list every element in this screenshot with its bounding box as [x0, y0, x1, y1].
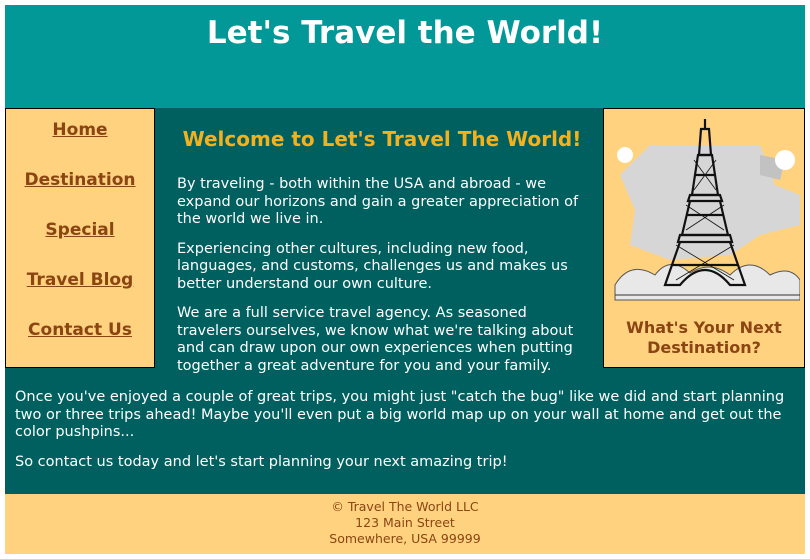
- intro-paragraph: We are a full service travel agency. As …: [177, 305, 574, 374]
- caption-line: What's Your Next: [626, 318, 782, 337]
- sidebar-nav: Home Destination Special Travel Blog Con…: [5, 108, 155, 368]
- footer-copyright: © Travel The World LLC: [331, 499, 479, 514]
- destination-caption: What's Your Next Destination?: [604, 318, 804, 358]
- body-paragraph: So contact us today and let's start plan…: [15, 453, 508, 470]
- nav-link-special[interactable]: Special: [6, 220, 154, 240]
- caption-line: Destination?: [647, 338, 761, 357]
- lower-text: Once you've enjoyed a couple of great tr…: [15, 389, 800, 483]
- welcome-heading: Welcome to Let's Travel The World!: [182, 127, 582, 151]
- intro-text: By traveling - both within the USA and a…: [177, 176, 587, 387]
- page: Let's Travel the World! Home Destination…: [0, 0, 810, 559]
- nav-link-home[interactable]: Home: [6, 120, 154, 140]
- nav-link-destination[interactable]: Destination: [6, 170, 154, 190]
- footer-address-street: 123 Main Street: [355, 515, 455, 530]
- footer-address-city: Somewhere, USA 99999: [329, 531, 481, 546]
- site-header: Let's Travel the World!: [5, 5, 805, 108]
- site-footer: © Travel The World LLC 123 Main Street S…: [5, 494, 805, 554]
- nav-link-contact-us[interactable]: Contact Us: [6, 320, 154, 340]
- eiffel-tower-image: [614, 119, 800, 301]
- destination-panel: What's Your Next Destination?: [603, 108, 805, 368]
- body-paragraph: Once you've enjoyed a couple of great tr…: [15, 389, 785, 440]
- site-title: Let's Travel the World!: [206, 15, 604, 51]
- nav-link-travel-blog[interactable]: Travel Blog: [6, 270, 154, 290]
- intro-paragraph: By traveling - both within the USA and a…: [177, 176, 579, 227]
- intro-paragraph: Experiencing other cultures, including n…: [177, 240, 568, 292]
